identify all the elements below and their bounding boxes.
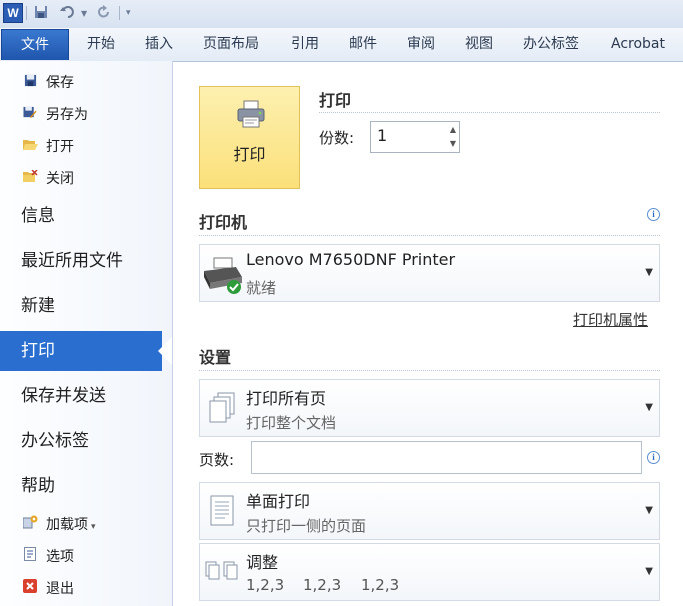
spin-down-icon[interactable]: ▼: [450, 139, 456, 148]
nav-open-label: 打开: [46, 139, 74, 155]
print-section-title: 打印: [319, 91, 352, 110]
folder-close-icon: [22, 168, 38, 192]
copies-value[interactable]: 1: [377, 126, 387, 145]
tab-insert[interactable]: 插入: [145, 28, 173, 60]
print-sides-title: 单面打印: [246, 492, 311, 511]
collate-title: 调整: [246, 553, 279, 572]
dropdown-arrow-icon: ▼: [645, 402, 653, 413]
nav-close[interactable]: 关闭: [22, 167, 74, 191]
print-sides-dropdown[interactable]: 单面打印 只打印一侧的页面 ▼: [199, 482, 660, 540]
copies-stepper[interactable]: 1 ▲ ▼: [370, 121, 460, 153]
print-sides-subtitle: 只打印一侧的页面: [246, 517, 367, 535]
nav-item-recent[interactable]: 最近所用文件: [0, 241, 172, 281]
nav-item-info[interactable]: 信息: [0, 196, 172, 236]
tab-page-layout[interactable]: 页面布局: [203, 28, 259, 60]
all-pages-icon: [208, 392, 236, 428]
nav-item-label: 打印: [21, 341, 55, 361]
quick-access-toolbar: W ▼ ▾: [0, 0, 683, 28]
nav-item-save-send[interactable]: 保存并发送: [0, 376, 172, 416]
word-logo-icon[interactable]: W: [3, 3, 23, 23]
printer-icon: [236, 99, 266, 133]
nav-save-as-label: 另存为: [46, 107, 88, 123]
addins-icon: [22, 514, 38, 538]
printer-properties-link[interactable]: 打印机属性: [573, 309, 648, 330]
nav-item-help[interactable]: 帮助: [0, 466, 172, 506]
toolbar-separator: [119, 6, 120, 20]
printer-ready-icon: [202, 255, 244, 299]
divider: [199, 235, 660, 236]
tab-file[interactable]: 文件: [1, 29, 69, 60]
print-button[interactable]: 打印: [199, 86, 300, 189]
collate-sequence: 1,2,3: [361, 576, 400, 594]
tab-acrobat[interactable]: Acrobat: [611, 28, 665, 60]
nav-item-label: 最近所用文件: [21, 251, 123, 271]
save-icon: [22, 72, 38, 96]
nav-item-label: 帮助: [21, 476, 55, 496]
tab-review[interactable]: 审阅: [407, 28, 435, 60]
collate-sequence: 1,2,3: [246, 576, 285, 594]
nav-options-label: 选项: [46, 549, 74, 565]
spin-up-icon[interactable]: ▲: [450, 125, 456, 134]
print-range-dropdown[interactable]: 打印所有页 打印整个文档 ▼: [199, 379, 660, 437]
print-button-label: 打印: [233, 145, 266, 164]
nav-item-print[interactable]: 打印: [0, 331, 162, 371]
nav-item-label: 保存并发送: [21, 386, 106, 406]
settings-section-title: 设置: [199, 348, 232, 367]
selection-pointer: [158, 337, 172, 365]
copies-label: 份数:: [319, 129, 355, 147]
info-icon[interactable]: i: [647, 451, 660, 464]
tab-office-tabs[interactable]: 办公标签: [523, 28, 579, 60]
printer-dropdown[interactable]: Lenovo M7650DNF Printer 就绪 ▼: [199, 244, 660, 302]
save-as-icon: [22, 104, 38, 128]
nav-save[interactable]: 保存: [22, 71, 74, 95]
pages-label: 页数:: [199, 451, 235, 469]
tab-view[interactable]: 视图: [465, 28, 493, 60]
dropdown-arrow-icon: ▼: [645, 566, 653, 577]
nav-item-label: 办公标签: [21, 431, 89, 451]
tab-references[interactable]: 引用: [291, 28, 319, 60]
printer-section-title: 打印机: [199, 213, 248, 232]
nav-open[interactable]: 打开: [22, 135, 74, 159]
undo-dropdown-icon[interactable]: ▼: [81, 9, 87, 18]
print-range-subtitle: 打印整个文档: [246, 414, 337, 432]
single-sided-icon: [208, 495, 236, 531]
nav-addins-label: 加载项: [46, 517, 88, 533]
printer-name: Lenovo M7650DNF Printer: [246, 250, 456, 269]
divider: [319, 112, 660, 113]
tab-mailings[interactable]: 邮件: [349, 28, 377, 60]
nav-item-label: 信息: [21, 206, 55, 226]
nav-close-label: 关闭: [46, 171, 74, 187]
nav-addins[interactable]: 加载项 ▾: [22, 513, 96, 537]
nav-item-office-tabs[interactable]: 办公标签: [0, 421, 172, 461]
ribbon-tabs: 文件 开始 插入 页面布局 引用 邮件 审阅 视图 办公标签 Acrobat: [0, 28, 683, 62]
dropdown-arrow-icon: ▼: [645, 505, 653, 516]
nav-exit-label: 退出: [46, 581, 74, 597]
options-icon: [22, 546, 38, 570]
customize-icon[interactable]: ▾: [126, 8, 131, 18]
undo-icon[interactable]: [60, 5, 76, 22]
collated-icon: [205, 558, 239, 586]
dropdown-arrow-icon: ▾: [91, 522, 96, 532]
tab-home[interactable]: 开始: [87, 28, 115, 60]
redo-icon[interactable]: [97, 5, 111, 22]
nav-options[interactable]: 选项: [22, 545, 74, 569]
divider: [199, 370, 660, 371]
save-icon[interactable]: [34, 5, 48, 22]
info-icon[interactable]: i: [647, 208, 660, 221]
printer-status: 就绪: [246, 279, 277, 297]
nav-item-label: 新建: [21, 296, 55, 316]
nav-save-as[interactable]: 另存为: [22, 103, 88, 127]
dropdown-arrow-icon: ▼: [645, 267, 653, 278]
exit-icon: [22, 578, 38, 602]
pages-input[interactable]: [251, 441, 642, 474]
toolbar-separator: [26, 6, 27, 20]
folder-open-icon: [22, 136, 38, 160]
backstage-nav: 保存 另存为 打开 关闭 信息 最近所用文件 新建 打印 保存并发送 办公标签 …: [0, 61, 173, 606]
nav-exit[interactable]: 退出: [22, 577, 74, 601]
nav-save-label: 保存: [46, 75, 74, 91]
nav-item-new[interactable]: 新建: [0, 286, 172, 326]
print-range-title: 打印所有页: [246, 389, 327, 408]
collate-sequence: 1,2,3: [303, 576, 342, 594]
